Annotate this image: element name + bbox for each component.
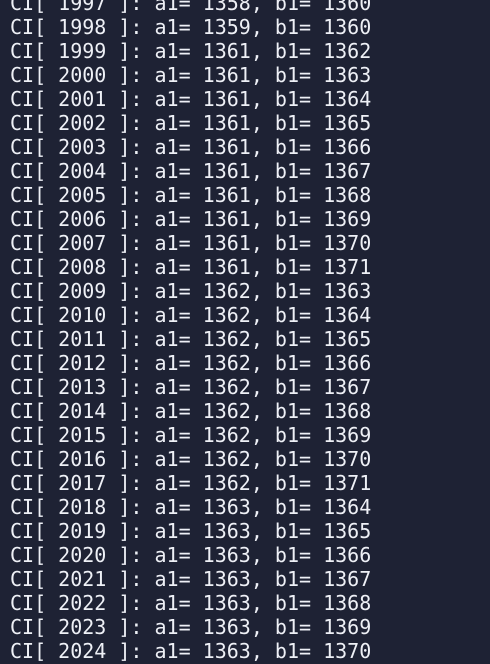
output-line: CI[ 2020 ]: a1= 1363, b1= 1366 <box>10 543 372 567</box>
output-line: CI[ 2005 ]: a1= 1361, b1= 1368 <box>10 183 372 207</box>
output-line: CI[ 2014 ]: a1= 1362, b1= 1368 <box>10 399 372 423</box>
output-line: CI[ 2017 ]: a1= 1362, b1= 1371 <box>10 471 372 495</box>
output-line: CI[ 2023 ]: a1= 1363, b1= 1369 <box>10 615 372 639</box>
output-line: CI[ 2008 ]: a1= 1361, b1= 1371 <box>10 255 372 279</box>
output-line: CI[ 2009 ]: a1= 1362, b1= 1363 <box>10 279 372 303</box>
output-line: CI[ 2022 ]: a1= 1363, b1= 1368 <box>10 591 372 615</box>
terminal-window[interactable]: CI[ 1997 ]: a1= 1358, b1= 1360 CI[ 1998 … <box>0 0 490 664</box>
output-line: CI[ 2000 ]: a1= 1361, b1= 1363 <box>10 63 372 87</box>
output-line: CI[ 1997 ]: a1= 1358, b1= 1360 <box>10 0 372 15</box>
output-line: CI[ 2002 ]: a1= 1361, b1= 1365 <box>10 111 372 135</box>
output-line: CI[ 1998 ]: a1= 1359, b1= 1360 <box>10 15 372 39</box>
output-line: CI[ 2015 ]: a1= 1362, b1= 1369 <box>10 423 372 447</box>
output-line: CI[ 2018 ]: a1= 1363, b1= 1364 <box>10 495 372 519</box>
output-line: CI[ 2012 ]: a1= 1362, b1= 1366 <box>10 351 372 375</box>
output-line: CI[ 2016 ]: a1= 1362, b1= 1370 <box>10 447 372 471</box>
output-line: CI[ 2024 ]: a1= 1363, b1= 1370 <box>10 639 372 663</box>
output-line: CI[ 1999 ]: a1= 1361, b1= 1362 <box>10 39 372 63</box>
output-line: CI[ 2006 ]: a1= 1361, b1= 1369 <box>10 207 372 231</box>
output-line: CI[ 2003 ]: a1= 1361, b1= 1366 <box>10 135 372 159</box>
terminal-output: CI[ 1997 ]: a1= 1358, b1= 1360 CI[ 1998 … <box>10 0 371 663</box>
output-line: CI[ 2011 ]: a1= 1362, b1= 1365 <box>10 327 372 351</box>
output-line: CI[ 2010 ]: a1= 1362, b1= 1364 <box>10 303 372 327</box>
output-line: CI[ 2001 ]: a1= 1361, b1= 1364 <box>10 87 372 111</box>
output-line: CI[ 2007 ]: a1= 1361, b1= 1370 <box>10 231 372 255</box>
output-line: CI[ 2013 ]: a1= 1362, b1= 1367 <box>10 375 372 399</box>
output-line: CI[ 2019 ]: a1= 1363, b1= 1365 <box>10 519 372 543</box>
output-line: CI[ 2021 ]: a1= 1363, b1= 1367 <box>10 567 372 591</box>
output-line: CI[ 2004 ]: a1= 1361, b1= 1367 <box>10 159 372 183</box>
